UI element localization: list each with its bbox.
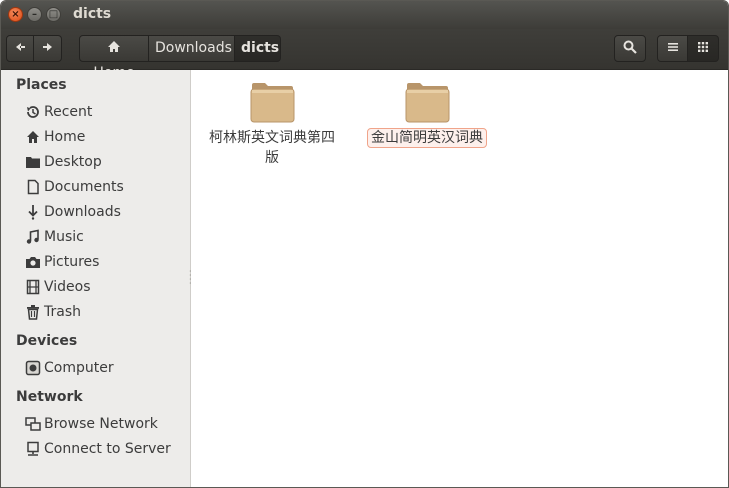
- sidebar-item-label: Browse Network: [44, 416, 158, 432]
- desktop-icon: [25, 154, 41, 170]
- sidebar-item-trash[interactable]: Trash: [25, 302, 185, 324]
- maximize-button[interactable]: □: [46, 7, 61, 22]
- minimize-button[interactable]: –: [27, 7, 42, 22]
- folder-icon: [405, 83, 450, 123]
- title-bar: × – □ dicts: [1, 1, 728, 29]
- sidebar-item-label: Desktop: [44, 154, 102, 170]
- home-icon: [107, 40, 121, 56]
- list-view-icon: [667, 40, 679, 56]
- sidebar-item-music[interactable]: Music: [25, 227, 185, 249]
- back-arrow-icon: [14, 40, 26, 56]
- window-title: dicts: [73, 6, 112, 22]
- sidebar-item-label: Pictures: [44, 254, 100, 270]
- forward-arrow-icon: [42, 40, 54, 56]
- sidebar-item-label: Music: [44, 229, 84, 245]
- sidebar-header-places: Places: [16, 77, 67, 93]
- sidebar-item-label: Computer: [44, 360, 114, 376]
- sidebar-item-computer[interactable]: Computer: [25, 358, 185, 380]
- sidebar-item-videos[interactable]: Videos: [25, 277, 185, 299]
- sidebar-item-label: Documents: [44, 179, 124, 195]
- drive-icon: [25, 360, 41, 376]
- sidebar-item-label: Recent: [44, 104, 93, 120]
- file-view: 柯林斯英文词典第四 版 金山简明英汉词典: [191, 70, 728, 487]
- sidebar-item-downloads[interactable]: Downloads: [25, 202, 185, 224]
- sidebar: Places Recent Home Desktop Documents Dow…: [1, 70, 191, 487]
- breadcrumb-current-label: dicts: [241, 40, 280, 56]
- camera-icon: [25, 254, 41, 270]
- folder-name: 金山简明英汉词典: [353, 128, 501, 148]
- back-button[interactable]: [6, 35, 34, 62]
- list-view-button[interactable]: [657, 35, 688, 62]
- sidebar-header-network: Network: [16, 389, 83, 405]
- sidebar-item-browse-network[interactable]: Browse Network: [25, 414, 185, 436]
- file-manager-window: × – □ dicts Home Downloads dicts: [0, 0, 729, 488]
- sidebar-item-label: Connect to Server: [44, 441, 171, 457]
- forward-button[interactable]: [34, 35, 62, 62]
- sidebar-item-pictures[interactable]: Pictures: [25, 252, 185, 274]
- folder-name-line1: 金山简明英汉词典: [367, 128, 487, 148]
- sidebar-item-label: Home: [44, 129, 86, 145]
- download-icon: [25, 204, 41, 220]
- breadcrumb-current[interactable]: dicts: [235, 35, 281, 62]
- recent-icon: [25, 104, 41, 120]
- grid-view-button[interactable]: [688, 35, 719, 62]
- sidebar-item-label: Trash: [44, 304, 81, 320]
- search-icon: [623, 40, 637, 56]
- home-icon: [25, 129, 41, 145]
- server-icon: [25, 441, 41, 457]
- folder-name: 柯林斯英文词典第四 版: [198, 128, 346, 168]
- trash-icon: [25, 304, 41, 320]
- sidebar-item-documents[interactable]: Documents: [25, 177, 185, 199]
- folder-name-line1: 柯林斯英文词典第四: [209, 130, 335, 146]
- sidebar-header-devices: Devices: [16, 333, 78, 349]
- breadcrumb-downloads[interactable]: Downloads: [149, 35, 235, 62]
- music-icon: [25, 229, 41, 245]
- breadcrumb-downloads-label: Downloads: [155, 40, 232, 56]
- sidebar-item-recent[interactable]: Recent: [25, 102, 185, 124]
- sidebar-item-connect-server[interactable]: Connect to Server: [25, 439, 185, 461]
- folder-name-line2: 版: [265, 150, 279, 166]
- breadcrumb-home[interactable]: Home: [79, 35, 149, 81]
- network-icon: [25, 416, 41, 432]
- search-button[interactable]: [614, 35, 646, 62]
- document-icon: [25, 179, 41, 195]
- sidebar-item-home[interactable]: Home: [25, 127, 185, 149]
- sidebar-item-label: Videos: [44, 279, 91, 295]
- sidebar-item-label: Downloads: [44, 204, 121, 220]
- toolbar: Home Downloads dicts: [1, 29, 728, 81]
- close-button[interactable]: ×: [8, 7, 23, 22]
- film-icon: [25, 279, 41, 295]
- sidebar-item-desktop[interactable]: Desktop: [25, 152, 185, 174]
- grid-view-icon: [697, 40, 709, 56]
- folder-icon: [250, 83, 295, 123]
